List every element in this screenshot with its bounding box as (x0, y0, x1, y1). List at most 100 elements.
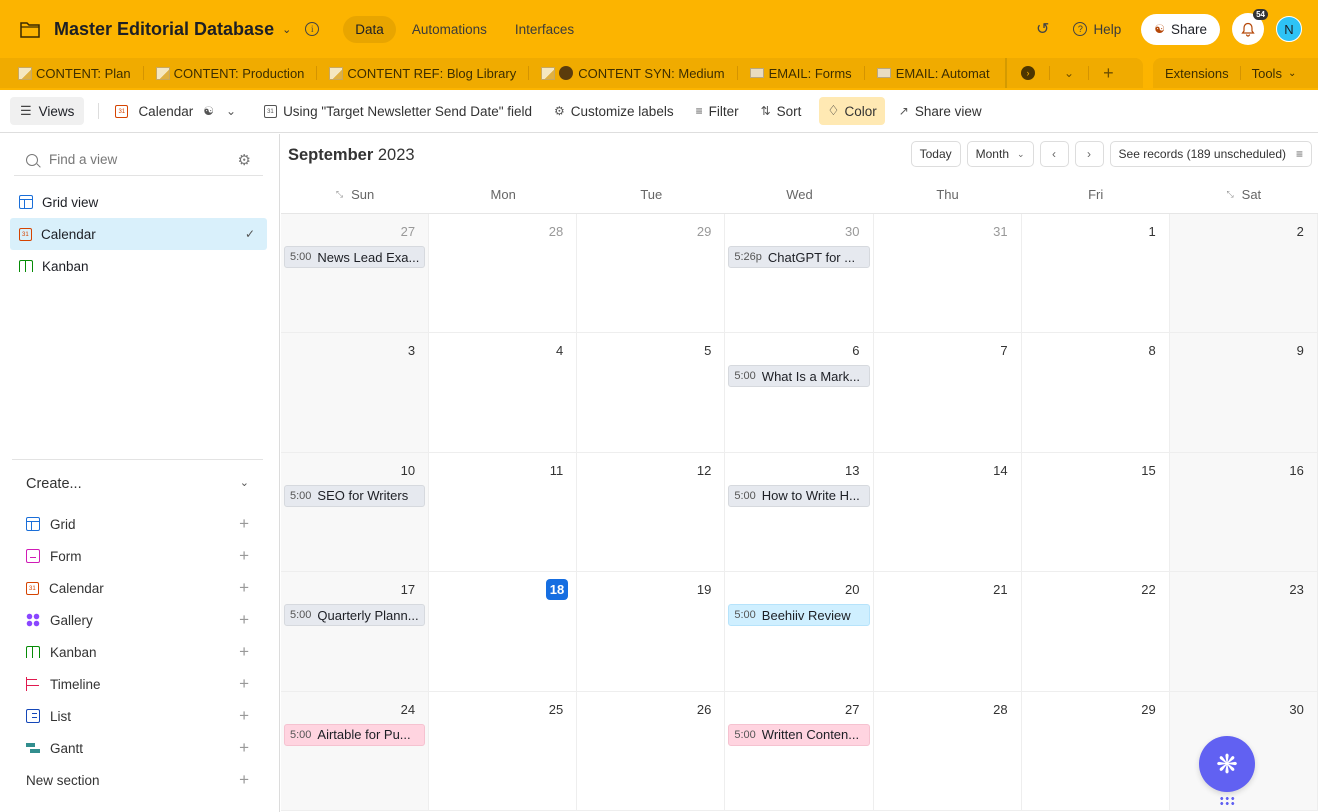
calendar-day[interactable]: 27 5:00 News Lead Exa... (281, 214, 430, 333)
create-grid[interactable]: Grid + (26, 508, 263, 540)
avatar[interactable]: N (1276, 16, 1302, 42)
filter-button[interactable]: ≡ Filter (696, 104, 739, 119)
create-calendar[interactable]: Calendar + (26, 572, 263, 604)
create-gallery[interactable]: Gallery + (26, 604, 263, 636)
calendar-event[interactable]: 5:00 What Is a Mark... (728, 365, 870, 388)
range-select[interactable]: Month ⌄ (966, 141, 1034, 167)
next-month-button[interactable]: › (1074, 141, 1104, 167)
scroll-right-icon[interactable]: › (1021, 66, 1035, 80)
calendar-day[interactable]: 16 (1169, 452, 1318, 572)
calendar-event[interactable]: 5:00 Beehiiv Review (728, 604, 870, 627)
plus-icon[interactable]: + (239, 642, 249, 662)
info-icon[interactable]: i (305, 22, 320, 36)
tools-button[interactable]: Tools (1252, 66, 1282, 81)
calendar-day[interactable]: 1 (1021, 214, 1170, 333)
calendar-day[interactable]: 29 (577, 214, 726, 333)
calendar-day[interactable]: 15 (1021, 452, 1170, 572)
calendar-day[interactable]: 22 (1021, 572, 1170, 691)
calendar-event[interactable]: 5:00 How to Write H... (728, 484, 870, 507)
share-view-button[interactable]: ↗ Share view (899, 104, 982, 119)
table-tab-email-forms[interactable]: EMAIL: Forms (749, 66, 852, 81)
calendar-event[interactable]: 5:00 News Lead Exa... (284, 246, 426, 268)
sort-button[interactable]: ⇅ Sort (761, 104, 802, 119)
create-section-toggle[interactable]: Create... ⌄ (12, 459, 263, 492)
calendar-day[interactable]: 26 (577, 691, 726, 810)
notifications-button[interactable]: 54 (1232, 9, 1268, 45)
calendar-event[interactable]: 5:00 Quarterly Plann... (284, 604, 426, 627)
extensions-button[interactable]: Extensions (1165, 66, 1229, 81)
calendar-day[interactable]: 31 (873, 214, 1022, 333)
calendar-day[interactable]: 12 (577, 452, 726, 572)
add-table-icon[interactable]: + (1103, 63, 1114, 84)
prev-month-button[interactable]: ‹ (1039, 141, 1069, 167)
plus-icon[interactable]: + (239, 770, 249, 790)
create-gantt[interactable]: Gantt + (26, 732, 263, 764)
plus-icon[interactable]: + (239, 738, 249, 758)
calendar-day[interactable]: 27 5:00 Written Conten... (725, 691, 874, 810)
plus-icon[interactable]: + (239, 546, 249, 566)
folder-icon[interactable] (20, 21, 40, 38)
calendar-day[interactable]: 23 (1169, 572, 1318, 691)
create-timeline[interactable]: Timeline + (26, 668, 263, 700)
plus-icon[interactable]: + (239, 578, 249, 598)
calendar-day[interactable]: 28 (873, 691, 1022, 810)
calendar-day[interactable]: 24 5:00 Airtable for Pu... (281, 691, 430, 810)
calendar-event[interactable]: 5:26p ChatGPT for ... (728, 246, 870, 268)
sidebar-item-calendar[interactable]: Calendar ✓ (10, 218, 267, 250)
calendar-day[interactable]: 30 5:26p ChatGPT for ... (725, 214, 874, 333)
collapse-weekend-icon[interactable]: ⤡ (336, 189, 343, 200)
plus-icon[interactable]: + (239, 674, 249, 694)
today-button[interactable]: Today (910, 141, 961, 167)
calendar-day[interactable]: 28 (429, 214, 578, 333)
color-button[interactable]: ♢ Color (819, 97, 885, 125)
calendar-day[interactable]: 14 (873, 452, 1022, 572)
calendar-day[interactable]: 19 (577, 572, 726, 691)
gear-icon[interactable]: ⚙ (238, 151, 251, 169)
calendar-day[interactable]: 11 (429, 452, 578, 572)
create-kanban[interactable]: Kanban + (26, 636, 263, 668)
calendar-day[interactable]: 3 (281, 333, 430, 452)
history-icon[interactable]: ↺ (1036, 19, 1049, 39)
ai-assistant-button[interactable]: ❋ (1199, 736, 1255, 792)
calendar-day[interactable]: 8 (1021, 333, 1170, 452)
find-view-input[interactable]: Find a view ⚙ (14, 144, 263, 176)
date-field-button[interactable]: Using "Target Newsletter Send Date" fiel… (264, 104, 532, 119)
calendar-day[interactable]: 21 (873, 572, 1022, 691)
chevron-down-icon[interactable]: ⌄ (1064, 66, 1074, 80)
see-records-button[interactable]: See records (189 unscheduled) ≡ (1109, 141, 1312, 167)
table-tab-medium[interactable]: CONTENT SYN: Medium (541, 66, 725, 81)
calendar-event[interactable]: 5:00 Written Conten... (728, 723, 870, 746)
help-button[interactable]: ? Help (1073, 22, 1121, 37)
calendar-day[interactable]: 29 (1021, 691, 1170, 810)
views-button[interactable]: ☰ Views (10, 97, 85, 125)
chevron-down-icon[interactable]: ⌄ (282, 23, 291, 36)
drag-handle-icon[interactable] (1219, 796, 1235, 806)
calendar-day[interactable]: 25 (429, 691, 578, 810)
table-tab-blog-library[interactable]: CONTENT REF: Blog Library (329, 66, 516, 81)
tab-data[interactable]: Data (343, 15, 396, 43)
calendar-event[interactable]: 5:00 Airtable for Pu... (284, 723, 426, 746)
sidebar-item-grid-view[interactable]: Grid view (10, 186, 267, 218)
table-tab-content-production[interactable]: CONTENT: Production (155, 66, 304, 81)
calendar-day[interactable]: 5 (577, 333, 726, 452)
calendar-day[interactable]: 10 5:00 SEO for Writers (281, 452, 430, 572)
plus-icon[interactable]: + (239, 706, 249, 726)
calendar-day[interactable]: 9 (1169, 333, 1318, 452)
calendar-day[interactable]: 4 (429, 333, 578, 452)
collapse-weekend-icon[interactable]: ⤡ (1226, 189, 1233, 200)
base-title[interactable]: Master Editorial Database (54, 19, 274, 40)
calendar-event[interactable]: 5:00 SEO for Writers (284, 484, 426, 507)
calendar-day[interactable]: 13 5:00 How to Write H... (725, 452, 874, 572)
calendar-day[interactable]: 6 5:00 What Is a Mark... (725, 333, 874, 452)
calendar-day[interactable]: 17 5:00 Quarterly Plann... (281, 572, 430, 691)
table-tab-content-plan[interactable]: CONTENT: Plan (18, 66, 131, 81)
create-list[interactable]: List + (26, 700, 263, 732)
plus-icon[interactable]: + (239, 514, 249, 534)
calendar-day[interactable]: 7 (873, 333, 1022, 452)
create-form[interactable]: Form + (26, 540, 263, 572)
customize-labels-button[interactable]: ⚙ Customize labels (554, 104, 674, 119)
plus-icon[interactable]: + (239, 610, 249, 630)
create-new-section[interactable]: New section + (26, 764, 263, 796)
table-tab-email-automations[interactable]: EMAIL: Automat (876, 66, 990, 81)
tab-interfaces[interactable]: Interfaces (503, 16, 586, 43)
